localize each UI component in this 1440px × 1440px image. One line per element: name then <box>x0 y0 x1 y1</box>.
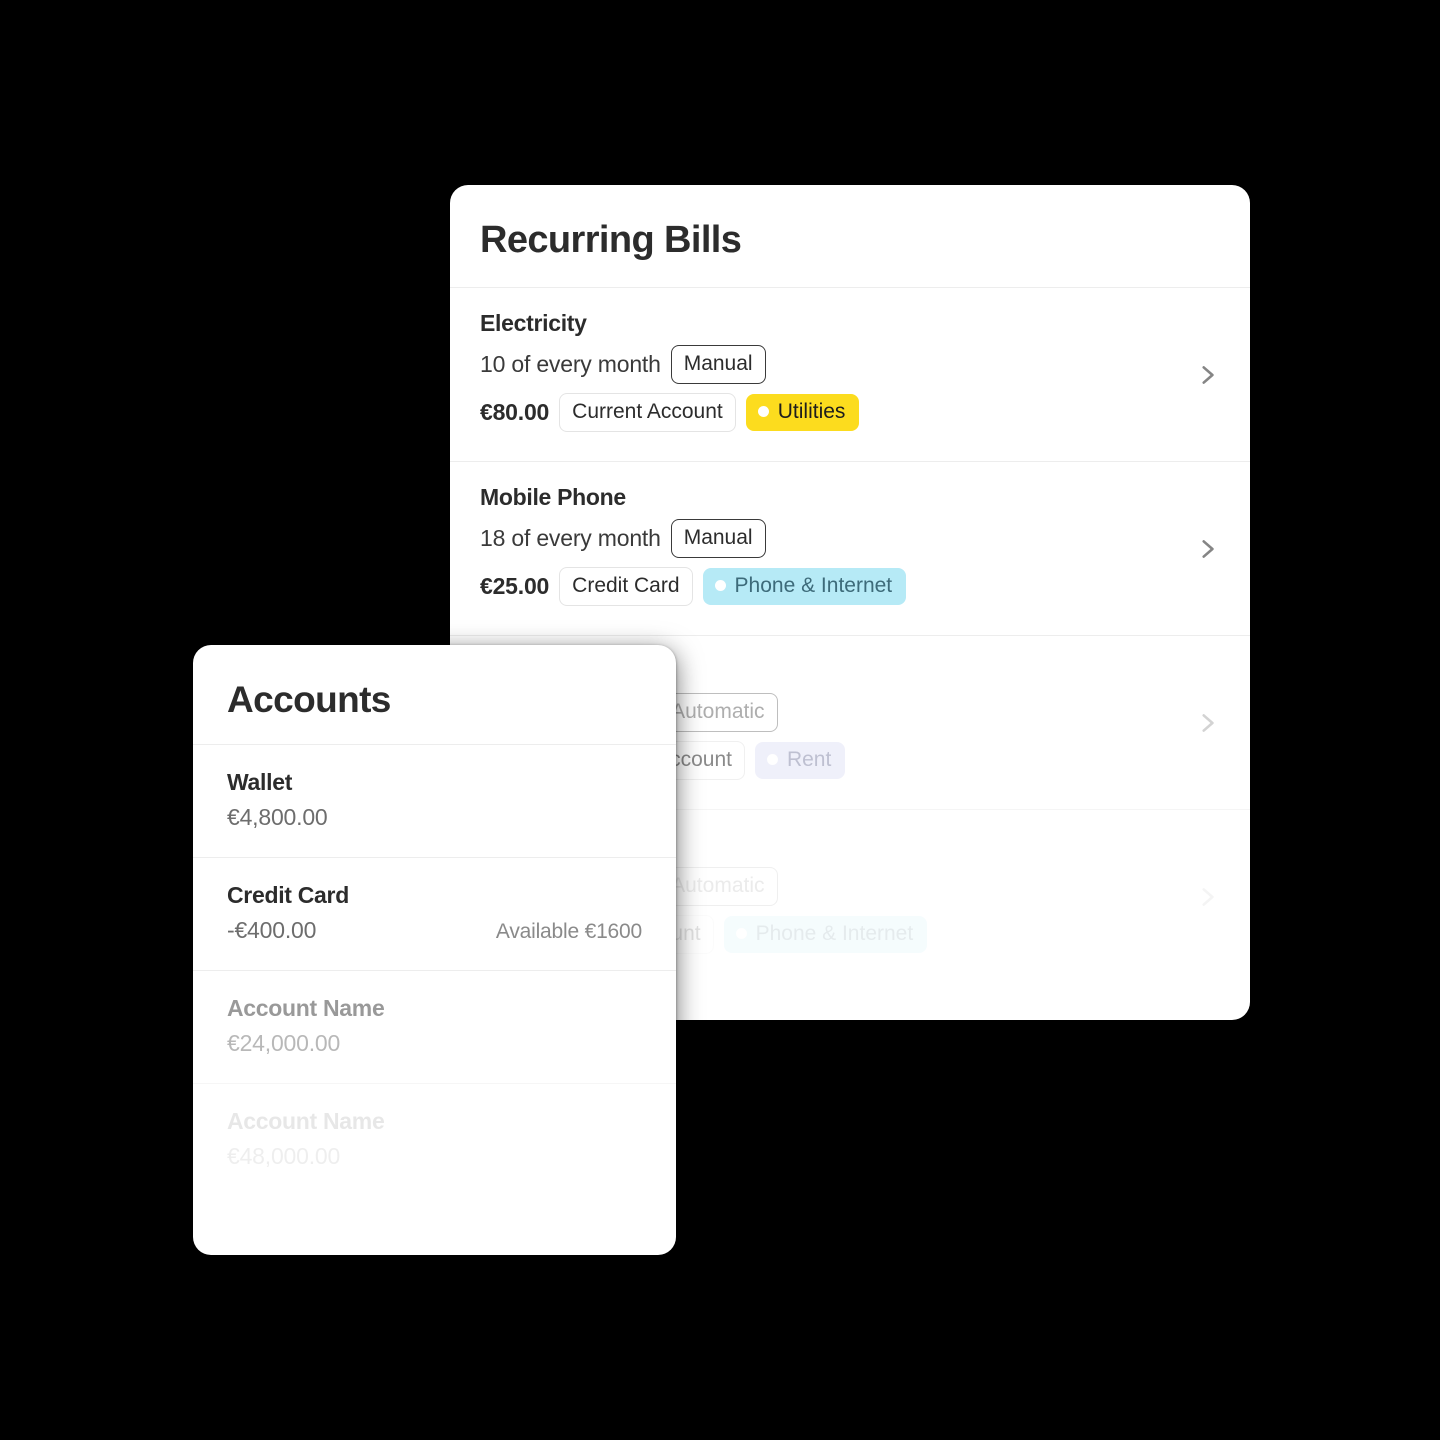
account-balance: -€400.00 <box>227 917 316 944</box>
bill-schedule-line: 18 of every month Manual <box>480 519 1220 558</box>
accounts-title: Accounts <box>227 681 642 718</box>
chevron-right-icon[interactable] <box>1194 710 1220 736</box>
accounts-header: Accounts <box>193 645 676 745</box>
category-dot-icon <box>715 580 726 591</box>
accounts-card: Accounts Wallet €4,800.00 Credit Card -€… <box>193 645 676 1255</box>
category-dot-icon <box>758 406 769 417</box>
bill-detail-line: €25.00 Credit Card Phone & Internet <box>480 567 1220 606</box>
account-balance-line: €4,800.00 <box>227 804 642 831</box>
account-name: Credit Card <box>227 882 642 909</box>
bill-name: Mobile Phone <box>480 484 1220 511</box>
account-balance: €4,800.00 <box>227 804 328 831</box>
account-available: Available €1600 <box>496 920 642 944</box>
bill-detail-line: €80.00 Current Account Utilities <box>480 393 1220 432</box>
account-row[interactable]: Account Name €48,000.00 <box>193 1084 676 1196</box>
bill-account-pill[interactable]: Credit Card <box>559 567 692 606</box>
account-balance: €48,000.00 <box>227 1143 340 1170</box>
bill-category-label: Utilities <box>778 401 846 422</box>
chevron-right-icon[interactable] <box>1194 536 1220 562</box>
bill-account-pill[interactable]: Current Account <box>559 393 736 432</box>
account-name: Account Name <box>227 1108 642 1135</box>
bill-row[interactable]: Mobile Phone 18 of every month Manual €2… <box>450 462 1250 636</box>
recurring-bills-header: Recurring Bills <box>450 185 1250 288</box>
bill-category-label: Rent <box>787 749 831 770</box>
bill-schedule: 18 of every month <box>480 525 661 552</box>
chevron-right-icon[interactable] <box>1194 362 1220 388</box>
account-row[interactable]: Credit Card -€400.00 Available €1600 <box>193 858 676 971</box>
bill-category-label: Phone & Internet <box>756 923 914 944</box>
account-row[interactable]: Account Name €24,000.00 <box>193 971 676 1084</box>
screenshot-canvas: Recurring Bills Electricity 10 of every … <box>0 0 1440 1440</box>
bill-row[interactable]: Electricity 10 of every month Manual €80… <box>450 288 1250 462</box>
bill-mode-pill[interactable]: Automatic <box>658 693 777 732</box>
recurring-bills-title: Recurring Bills <box>480 221 1220 259</box>
bill-name: Electricity <box>480 310 1220 337</box>
bill-category-label: Phone & Internet <box>735 575 893 596</box>
bill-category-pill[interactable]: Rent <box>755 742 845 779</box>
account-balance-line: €48,000.00 <box>227 1143 642 1170</box>
chevron-right-icon[interactable] <box>1194 884 1220 910</box>
category-dot-icon <box>736 928 747 939</box>
bill-amount: €25.00 <box>480 573 549 600</box>
bill-category-pill[interactable]: Utilities <box>746 394 860 431</box>
account-row[interactable]: Wallet €4,800.00 <box>193 745 676 858</box>
account-balance: €24,000.00 <box>227 1030 340 1057</box>
account-balance-line: €24,000.00 <box>227 1030 642 1057</box>
bill-schedule-line: 10 of every month Manual <box>480 345 1220 384</box>
bill-category-pill[interactable]: Phone & Internet <box>724 916 928 953</box>
bill-amount: €80.00 <box>480 399 549 426</box>
bill-schedule: 10 of every month <box>480 351 661 378</box>
bill-mode-pill[interactable]: Automatic <box>658 867 777 906</box>
category-dot-icon <box>767 754 778 765</box>
account-name: Wallet <box>227 769 642 796</box>
bill-mode-pill[interactable]: Manual <box>671 519 766 558</box>
bill-category-pill[interactable]: Phone & Internet <box>703 568 907 605</box>
account-balance-line: -€400.00 Available €1600 <box>227 917 642 944</box>
bill-mode-pill[interactable]: Manual <box>671 345 766 384</box>
account-name: Account Name <box>227 995 642 1022</box>
